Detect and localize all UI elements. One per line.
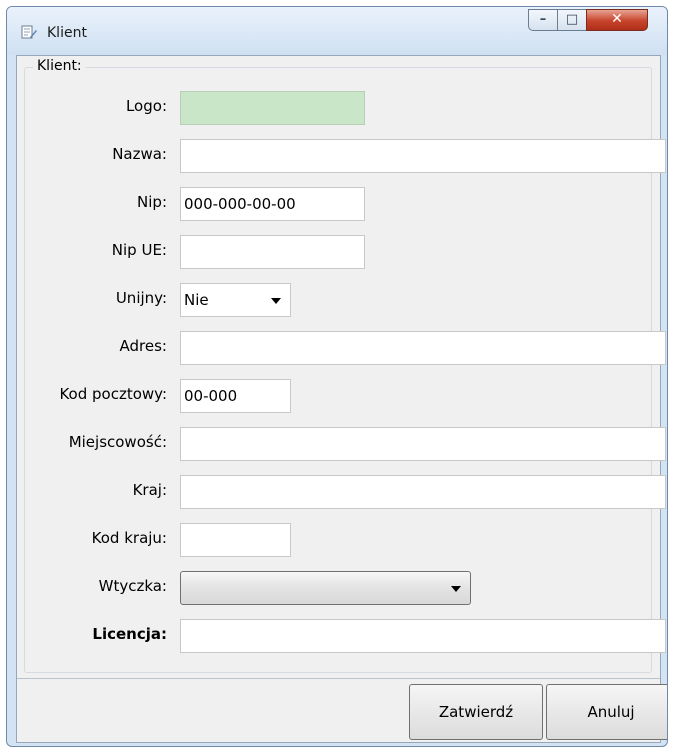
kod-kraju-label: Kod kraju: (91, 529, 167, 547)
minimize-icon: – (539, 12, 547, 27)
client-dialog-window: Klient – □ ✕ Klient: Logo: Nazwa: Nip: 0… (6, 6, 668, 747)
logo-label: Logo: (125, 97, 167, 115)
kraj-input[interactable] (180, 475, 666, 509)
licencja-label: Licencja: (92, 625, 167, 643)
wtyczka-select[interactable] (180, 571, 471, 605)
nazwa-label: Nazwa: (112, 145, 167, 163)
button-bar: Zatwierdź Anuluj (17, 678, 667, 745)
adres-label: Adres: (119, 337, 167, 355)
kod-kraju-input[interactable] (180, 523, 291, 557)
adres-input[interactable] (180, 331, 666, 365)
miejscowosc-label: Miejscowość: (68, 433, 167, 451)
nip-input[interactable]: 000-000-00-00 (180, 187, 365, 221)
confirm-button[interactable]: Zatwierdź (409, 684, 543, 740)
wtyczka-label: Wtyczka: (98, 577, 167, 595)
title-bar[interactable]: Klient – □ ✕ (7, 7, 667, 55)
miejscowosc-input[interactable] (180, 427, 666, 461)
unijny-select[interactable]: Nie (180, 283, 291, 317)
close-button[interactable]: ✕ (586, 9, 648, 31)
dropdown-arrow-icon (451, 586, 461, 592)
close-icon: ✕ (611, 11, 623, 27)
nip-ue-label: Nip UE: (111, 241, 167, 259)
nazwa-input[interactable] (180, 139, 666, 173)
unijny-label: Unijny: (115, 289, 167, 307)
kod-pocztowy-input[interactable]: 00-000 (180, 379, 291, 413)
cancel-button[interactable]: Anuluj (546, 684, 667, 740)
maximize-button[interactable]: □ (557, 9, 587, 31)
logo-field[interactable] (180, 91, 365, 125)
window-title: Klient (47, 25, 87, 41)
kod-pocztowy-label: Kod pocztowy: (59, 385, 167, 403)
groupbox-label: Klient: (33, 58, 86, 74)
minimize-button[interactable]: – (528, 9, 558, 31)
kraj-label: Kraj: (132, 481, 167, 499)
unijny-selected-value: Nie (184, 291, 209, 309)
maximize-icon: □ (565, 12, 579, 27)
edit-document-icon (21, 25, 37, 39)
dropdown-arrow-icon (271, 298, 281, 304)
dialog-body: Klient: Logo: Nazwa: Nip: 000-000-00-00 … (16, 55, 667, 745)
nip-label: Nip: (137, 193, 167, 211)
nip-ue-input[interactable] (180, 235, 365, 269)
licencja-input[interactable] (180, 619, 666, 653)
